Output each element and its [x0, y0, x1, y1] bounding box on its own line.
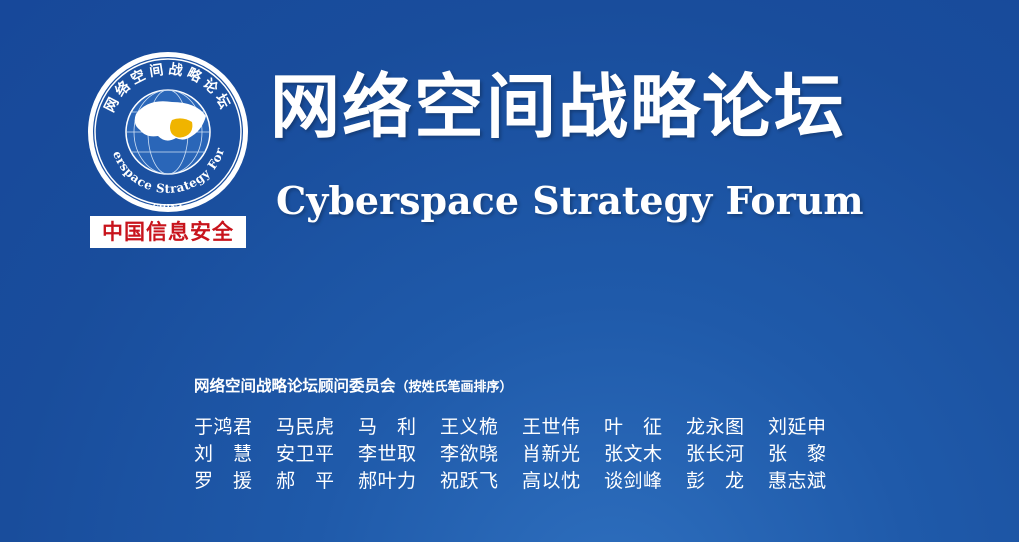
committee-title: 网络空间战略论坛顾问委员会	[194, 377, 396, 395]
globe-emblem: 网络空间战略论坛 Cyberspace Strategy Forum CHINA	[86, 40, 248, 212]
member-name: 罗 援	[194, 470, 253, 492]
member-name: 王义桅	[440, 416, 499, 438]
member-name: 王世伟	[522, 416, 581, 438]
member-name: 刘延申	[768, 416, 827, 438]
member-name: 肖新光	[522, 443, 581, 465]
title-english: Cyberspace Strategy Forum	[276, 178, 864, 223]
member-name: 马民虎	[276, 416, 335, 438]
member-name: 刘 慧	[194, 443, 253, 465]
member-name: 安卫平	[276, 443, 335, 465]
member-name: 惠志斌	[768, 470, 827, 492]
member-name: 张 黎	[768, 443, 827, 465]
member-list: 于鸿君 马民虎 马 利 王义桅 王世伟 叶 征 龙永图 刘延申 刘 慧 安卫平 …	[194, 414, 850, 494]
logo-badge: 中国信息安全	[90, 216, 246, 248]
logo-center-text: CHINA	[152, 202, 184, 212]
member-name: 张文木	[604, 443, 663, 465]
member-name: 叶 征	[604, 416, 663, 438]
member-name: 张长河	[686, 443, 745, 465]
committee-heading: 网络空间战略论坛顾问委员会（按姓氏笔画排序）	[194, 374, 850, 400]
member-name: 郝 平	[276, 470, 335, 492]
committee-note: （按姓氏笔画排序）	[395, 380, 513, 395]
member-name: 谈剑峰	[604, 470, 663, 492]
member-name: 高以忱	[522, 470, 581, 492]
member-name: 彭 龙	[686, 470, 745, 492]
advisory-committee: 网络空间战略论坛顾问委员会（按姓氏笔画排序） 于鸿君 马民虎 马 利 王义桅 王…	[194, 374, 850, 494]
member-name: 祝跃飞	[440, 470, 499, 492]
member-name: 郝叶力	[358, 470, 417, 492]
title-chinese: 网络空间战略论坛	[270, 66, 846, 148]
member-name: 李世取	[358, 443, 417, 465]
forum-logo: 网络空间战略论坛 Cyberspace Strategy Forum CHINA…	[86, 40, 250, 250]
member-name: 马 利	[358, 416, 417, 438]
member-name: 于鸿君	[194, 416, 253, 438]
member-name: 龙永图	[686, 416, 745, 438]
member-name: 李欲晓	[440, 443, 499, 465]
